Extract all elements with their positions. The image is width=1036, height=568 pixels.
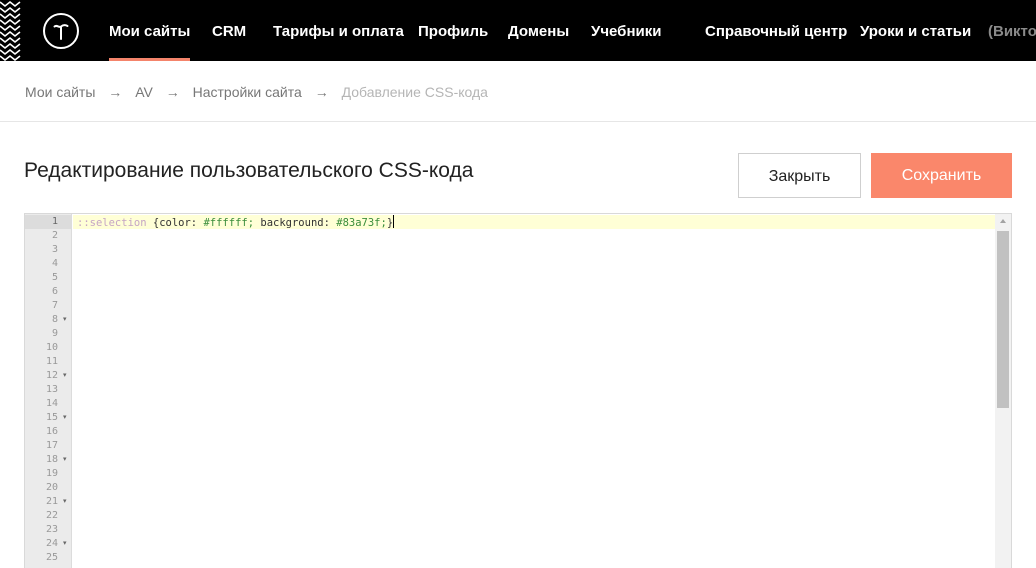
line-number: 14 <box>45 398 58 409</box>
line-number: 6 <box>51 286 58 297</box>
line-number: 22 <box>45 510 58 521</box>
top-navigation-bar: Мои сайты CRM Тарифы и оплата Профиль До… <box>0 0 1036 61</box>
line-number: 17 <box>45 440 58 451</box>
line-number: 10 <box>45 342 58 353</box>
line-number: 4 <box>51 258 58 269</box>
line-number: 7 <box>51 300 58 311</box>
fold-arrow-icon[interactable]: ▾ <box>63 369 70 383</box>
breadcrumb: Мои сайты → AV → Настройки сайта → Добав… <box>25 84 488 102</box>
header-divider <box>0 121 1036 122</box>
line-number: 2 <box>51 230 58 241</box>
line-number: 13 <box>45 384 58 395</box>
line-number: 5 <box>51 272 58 283</box>
breadcrumb-separator: → <box>165 84 180 100</box>
fold-arrow-icon[interactable]: ▾ <box>63 313 70 327</box>
line-number-gutter: 1 2 3 4 5 6 7 8 ▾ 9 10 11 12 ▾ 13 14 15 ▾ 16 17 18 ▾ 19 20 21 ▾ 22… <box>25 214 72 568</box>
breadcrumb-separator: → <box>314 84 329 100</box>
code-line-1[interactable]: ::selection {color: #ffffff; background:… <box>77 215 395 229</box>
save-button[interactable]: Сохранить <box>871 153 1012 198</box>
fold-arrow-icon[interactable]: ▾ <box>63 495 70 509</box>
css-code-editor[interactable]: 1 2 3 4 5 6 7 8 ▾ 9 10 11 12 ▾ 13 14 15 ▾ 16 17 18 ▾ 19 20 21 ▾ 22… <box>24 213 1012 568</box>
line-number: 16 <box>45 426 58 437</box>
nav-item-my-sites[interactable]: Мои сайты <box>109 0 191 61</box>
text-cursor <box>393 215 395 228</box>
property-token: background: <box>260 217 330 229</box>
breadcrumb-site-av[interactable]: AV <box>135 84 153 100</box>
property-token: color: <box>159 217 198 229</box>
css-selector-token: ::selection <box>77 217 147 229</box>
fold-arrow-icon[interactable]: ▾ <box>63 453 70 467</box>
page-title: Редактирование пользовательского CSS-код… <box>24 159 474 182</box>
scroll-up-arrow-icon[interactable] <box>995 214 1011 228</box>
nav-item-tariffs[interactable]: Тарифы и оплата <box>273 0 404 61</box>
tilda-logo-icon[interactable] <box>43 13 79 49</box>
breadcrumb-my-sites[interactable]: Мои сайты <box>25 84 95 100</box>
nav-item-lessons[interactable]: Уроки и статьи <box>860 0 971 61</box>
line-number: 11 <box>45 356 58 367</box>
line-number: 1 <box>25 215 72 229</box>
breadcrumb-add-css: Добавление CSS-кода <box>341 84 488 100</box>
zigzag-pattern-icon <box>0 0 21 61</box>
fold-arrow-icon[interactable]: ▾ <box>63 537 70 551</box>
scrollbar-thumb[interactable] <box>997 231 1009 408</box>
nav-user-name[interactable]: (Виктор <box>988 0 1036 61</box>
breadcrumb-site-settings[interactable]: Настройки сайта <box>193 84 302 100</box>
breadcrumb-separator: → <box>108 84 123 100</box>
line-number: 3 <box>51 244 58 255</box>
nav-item-profile[interactable]: Профиль <box>418 0 488 61</box>
value-token: #ffffff; <box>203 217 255 229</box>
line-number: 23 <box>45 524 58 535</box>
line-number: 19 <box>45 468 58 479</box>
line-number: 20 <box>45 482 58 493</box>
line-number: 9 <box>51 328 58 339</box>
nav-item-crm[interactable]: CRM <box>212 0 246 61</box>
nav-item-tutorials[interactable]: Учебники <box>591 0 661 61</box>
close-button[interactable]: Закрыть <box>738 153 861 198</box>
nav-item-domains[interactable]: Домены <box>508 0 569 61</box>
fold-arrow-icon[interactable]: ▾ <box>63 411 70 425</box>
value-token: #83a73f; <box>336 217 387 229</box>
line-number: 25 <box>45 552 58 563</box>
nav-item-help-center[interactable]: Справочный центр <box>705 0 847 61</box>
